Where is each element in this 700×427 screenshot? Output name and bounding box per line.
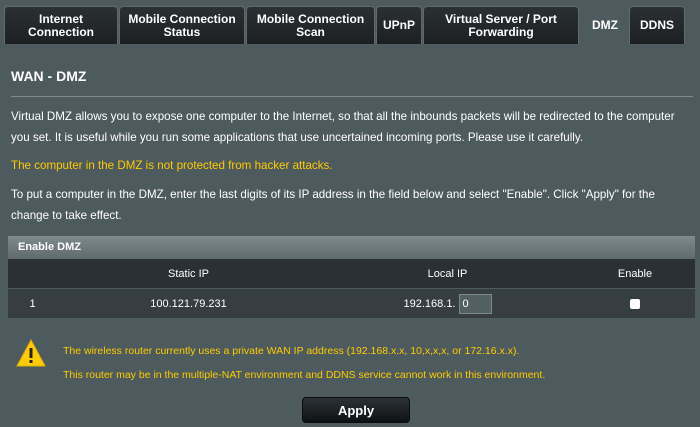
table-header: Enable DMZ	[8, 236, 695, 259]
tab-mobile-connection-status[interactable]: Mobile Connection Status	[119, 6, 245, 44]
title-divider	[11, 96, 693, 97]
local-ip-cell: 192.168.1. 0	[320, 293, 575, 314]
apply-button[interactable]: Apply	[302, 397, 410, 423]
tab-bar: Internet Connection Mobile Connection St…	[0, 0, 700, 44]
tab-ddns[interactable]: DDNS	[629, 6, 685, 44]
tab-upnp[interactable]: UPnP	[376, 6, 422, 44]
tab-virtual-server[interactable]: Virtual Server / Port Forwarding	[423, 6, 579, 44]
tab-internet-connection[interactable]: Internet Connection	[4, 6, 118, 44]
dmz-instructions: To put a computer in the DMZ, enter the …	[11, 188, 655, 222]
table-row: 1 100.121.79.231 192.168.1. 0	[8, 289, 695, 318]
local-ip-input[interactable]: 0	[458, 293, 492, 314]
row-index: 1	[29, 297, 36, 310]
column-local-ip: Local IP	[427, 267, 468, 280]
column-enable: Enable	[617, 267, 653, 280]
dmz-table: Enable DMZ Static IP Local IP Enable 1 1…	[8, 236, 695, 318]
dmz-warning: The computer in the DMZ is not protected…	[11, 159, 333, 172]
dmz-panel: WAN - DMZ Virtual DMZ allows you to expo…	[0, 44, 700, 427]
tab-mobile-connection-scan[interactable]: Mobile Connection Scan	[246, 6, 375, 44]
nat-warning-box: The wireless router currently uses a pri…	[8, 337, 695, 389]
enable-dmz-checkbox[interactable]	[630, 298, 640, 309]
table-column-headers: Static IP Local IP Enable	[8, 259, 695, 289]
warning-icon	[16, 339, 46, 367]
column-static-ip: Static IP	[168, 267, 209, 280]
note-multiple-nat: This router may be in the multiple-NAT e…	[63, 369, 546, 381]
tab-dmz[interactable]: DMZ	[584, 6, 626, 44]
static-ip-value: 100.121.79.231	[150, 297, 227, 310]
dmz-description: Virtual DMZ allows you to expose one com…	[11, 110, 675, 144]
page-title: WAN - DMZ	[11, 68, 87, 84]
local-ip-prefix: 192.168.1.	[403, 297, 456, 310]
enable-cell	[575, 298, 695, 309]
note-private-wan: The wireless router currently uses a pri…	[63, 345, 520, 357]
